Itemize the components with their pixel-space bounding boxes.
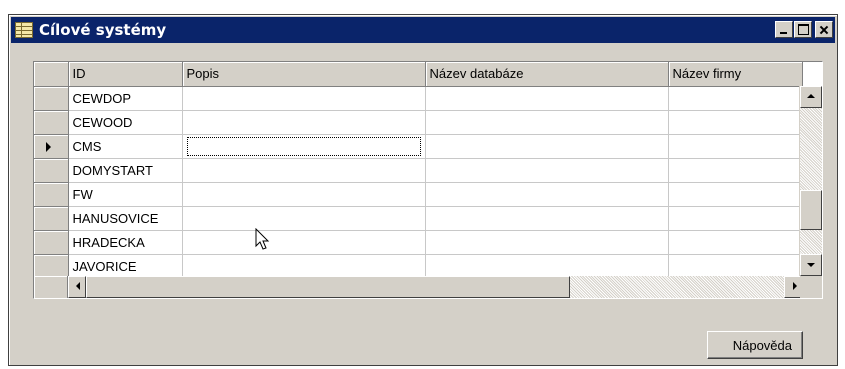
table-row[interactable]: CEWDOP bbox=[34, 86, 803, 111]
grid-corner-cell bbox=[34, 276, 68, 298]
cell-nazev-databaze[interactable] bbox=[425, 134, 669, 159]
title-bar[interactable]: Cílové systémy bbox=[11, 17, 835, 43]
cell-popis[interactable] bbox=[182, 110, 426, 135]
cell-nazev-databaze[interactable] bbox=[425, 182, 669, 207]
scroll-down-icon[interactable] bbox=[800, 254, 822, 276]
table-row[interactable]: CEWOOD bbox=[34, 110, 803, 135]
row-selector[interactable] bbox=[34, 254, 69, 279]
cell-nazev-firmy[interactable] bbox=[668, 158, 803, 183]
column-header-id[interactable]: ID bbox=[68, 62, 183, 87]
scroll-up-icon[interactable] bbox=[800, 86, 822, 108]
window-title: Cílové systémy bbox=[39, 21, 167, 39]
cell-popis[interactable] bbox=[182, 206, 426, 231]
scroll-left-icon[interactable] bbox=[68, 276, 86, 298]
cell-nazev-firmy[interactable] bbox=[668, 86, 803, 111]
cell-nazev-firmy[interactable] bbox=[668, 182, 803, 207]
cell-nazev-firmy[interactable] bbox=[668, 206, 803, 231]
row-selector[interactable] bbox=[34, 110, 69, 135]
systems-table: ID Popis Název databáze Název firmy CEWD… bbox=[34, 62, 803, 279]
row-selector[interactable] bbox=[34, 158, 69, 183]
row-selector[interactable] bbox=[34, 134, 69, 159]
column-header-nazev-databaze[interactable]: Název databáze bbox=[425, 62, 669, 87]
cilove-systemy-window: Cílové systémy ID Popis Název databáze N… bbox=[8, 14, 838, 366]
cell-popis[interactable] bbox=[182, 86, 426, 111]
maximize-icon[interactable] bbox=[794, 21, 812, 38]
cell-nazev-databaze[interactable] bbox=[425, 158, 669, 183]
table-row[interactable]: HRADECKA bbox=[34, 230, 803, 255]
table-icon[interactable] bbox=[15, 22, 33, 38]
cell-nazev-databaze[interactable] bbox=[425, 110, 669, 135]
cell-nazev-databaze[interactable] bbox=[425, 86, 669, 111]
table-row[interactable]: HANUSOVICE bbox=[34, 206, 803, 231]
cell-id[interactable]: DOMYSTART bbox=[68, 158, 183, 183]
row-selector[interactable] bbox=[34, 206, 69, 231]
table-row[interactable]: FW bbox=[34, 182, 803, 207]
cell-id[interactable]: HRADECKA bbox=[68, 230, 183, 255]
cell-id[interactable]: CEWDOP bbox=[68, 86, 183, 111]
row-selector-header[interactable] bbox=[34, 62, 69, 87]
cell-popis[interactable] bbox=[182, 158, 426, 183]
row-selector[interactable] bbox=[34, 230, 69, 255]
mouse-pointer-icon bbox=[255, 228, 270, 250]
row-pointer-icon bbox=[46, 141, 51, 152]
table-row[interactable]: DOMYSTART bbox=[34, 158, 803, 183]
header-row: ID Popis Název databáze Název firmy bbox=[34, 62, 803, 87]
cell-nazev-databaze[interactable] bbox=[425, 254, 669, 279]
row-selector[interactable] bbox=[34, 86, 69, 111]
cell-popis[interactable] bbox=[182, 230, 426, 255]
minimize-icon[interactable] bbox=[775, 21, 793, 38]
row-selector[interactable] bbox=[34, 182, 69, 207]
cell-nazev-firmy[interactable] bbox=[668, 134, 803, 159]
cell-popis-focused[interactable] bbox=[182, 134, 426, 159]
scrollbar-corner bbox=[800, 276, 822, 298]
table-row[interactable]: JAVORICE bbox=[34, 254, 803, 279]
help-button[interactable]: Nápověda bbox=[707, 331, 803, 359]
cell-nazev-databaze[interactable] bbox=[425, 206, 669, 231]
focused-cell-editor[interactable] bbox=[186, 137, 421, 156]
cell-popis[interactable] bbox=[182, 182, 426, 207]
cell-nazev-firmy[interactable] bbox=[668, 254, 803, 279]
column-header-nazev-firmy[interactable]: Název firmy bbox=[668, 62, 803, 87]
cell-nazev-databaze[interactable] bbox=[425, 230, 669, 255]
cell-nazev-firmy[interactable] bbox=[668, 110, 803, 135]
cell-id[interactable]: CEWOOD bbox=[68, 110, 183, 135]
systems-grid: ID Popis Název databáze Název firmy CEWD… bbox=[33, 61, 823, 299]
table-row-current[interactable]: CMS bbox=[34, 134, 803, 159]
cell-id[interactable]: JAVORICE bbox=[68, 254, 183, 279]
horizontal-scrollbar[interactable] bbox=[68, 276, 802, 298]
cell-nazev-firmy[interactable] bbox=[668, 230, 803, 255]
cell-id[interactable]: CMS bbox=[68, 134, 183, 159]
vertical-scrollbar[interactable] bbox=[799, 86, 822, 276]
column-header-popis[interactable]: Popis bbox=[182, 62, 426, 87]
window-controls bbox=[774, 21, 833, 38]
cell-id[interactable]: HANUSOVICE bbox=[68, 206, 183, 231]
cell-popis[interactable] bbox=[182, 254, 426, 279]
close-icon[interactable] bbox=[815, 21, 833, 38]
horizontal-scroll-thumb[interactable] bbox=[86, 276, 570, 298]
vertical-scroll-thumb[interactable] bbox=[800, 190, 822, 230]
cell-id[interactable]: FW bbox=[68, 182, 183, 207]
